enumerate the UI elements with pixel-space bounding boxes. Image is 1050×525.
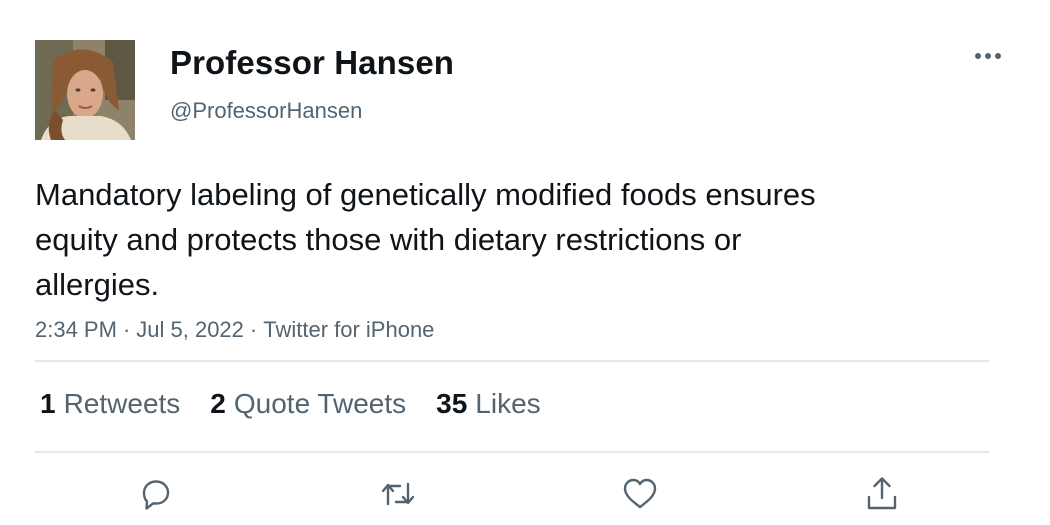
like-icon[interactable]: [620, 474, 660, 514]
likes-label: Likes: [475, 388, 541, 419]
retweets-label: Retweets: [63, 388, 181, 419]
divider: [35, 360, 989, 362]
quote-tweets-label: Quote Tweets: [233, 388, 407, 419]
avatar[interactable]: [35, 40, 135, 140]
tweet-text: Mandatory labeling of genetically modifi…: [35, 177, 816, 302]
retweets-count: 1: [40, 388, 56, 419]
share-icon[interactable]: [862, 474, 902, 514]
quote-tweets-count: 2: [210, 388, 226, 419]
quote-tweets-stat[interactable]: 2 Quote Tweets: [210, 388, 406, 420]
tweet-time[interactable]: 2:34 PM: [35, 317, 117, 342]
tweet-date[interactable]: Jul 5, 2022: [136, 317, 244, 342]
author-handle[interactable]: @ProfessorHansen: [170, 98, 362, 124]
ellipsis-icon[interactable]: [968, 44, 1008, 68]
meta-separator: ·: [249, 317, 258, 342]
engagement-stats: 1 Retweets 2 Quote Tweets 35 Likes: [40, 388, 571, 420]
tweet-meta: 2:34 PM · Jul 5, 2022 · Twitter for iPhone: [35, 317, 434, 343]
tweet-source[interactable]: Twitter for iPhone: [263, 317, 434, 342]
author-display-name[interactable]: Professor Hansen: [170, 44, 454, 82]
divider: [35, 451, 989, 453]
meta-separator: ·: [122, 317, 131, 342]
likes-count: 35: [436, 388, 468, 419]
retweet-icon[interactable]: [378, 474, 418, 514]
retweets-stat[interactable]: 1 Retweets: [40, 388, 180, 420]
tweet-card: Professor Hansen @ProfessorHansen Mandat…: [0, 0, 1050, 525]
reply-icon[interactable]: [136, 474, 176, 514]
likes-stat[interactable]: 35 Likes: [436, 388, 541, 420]
